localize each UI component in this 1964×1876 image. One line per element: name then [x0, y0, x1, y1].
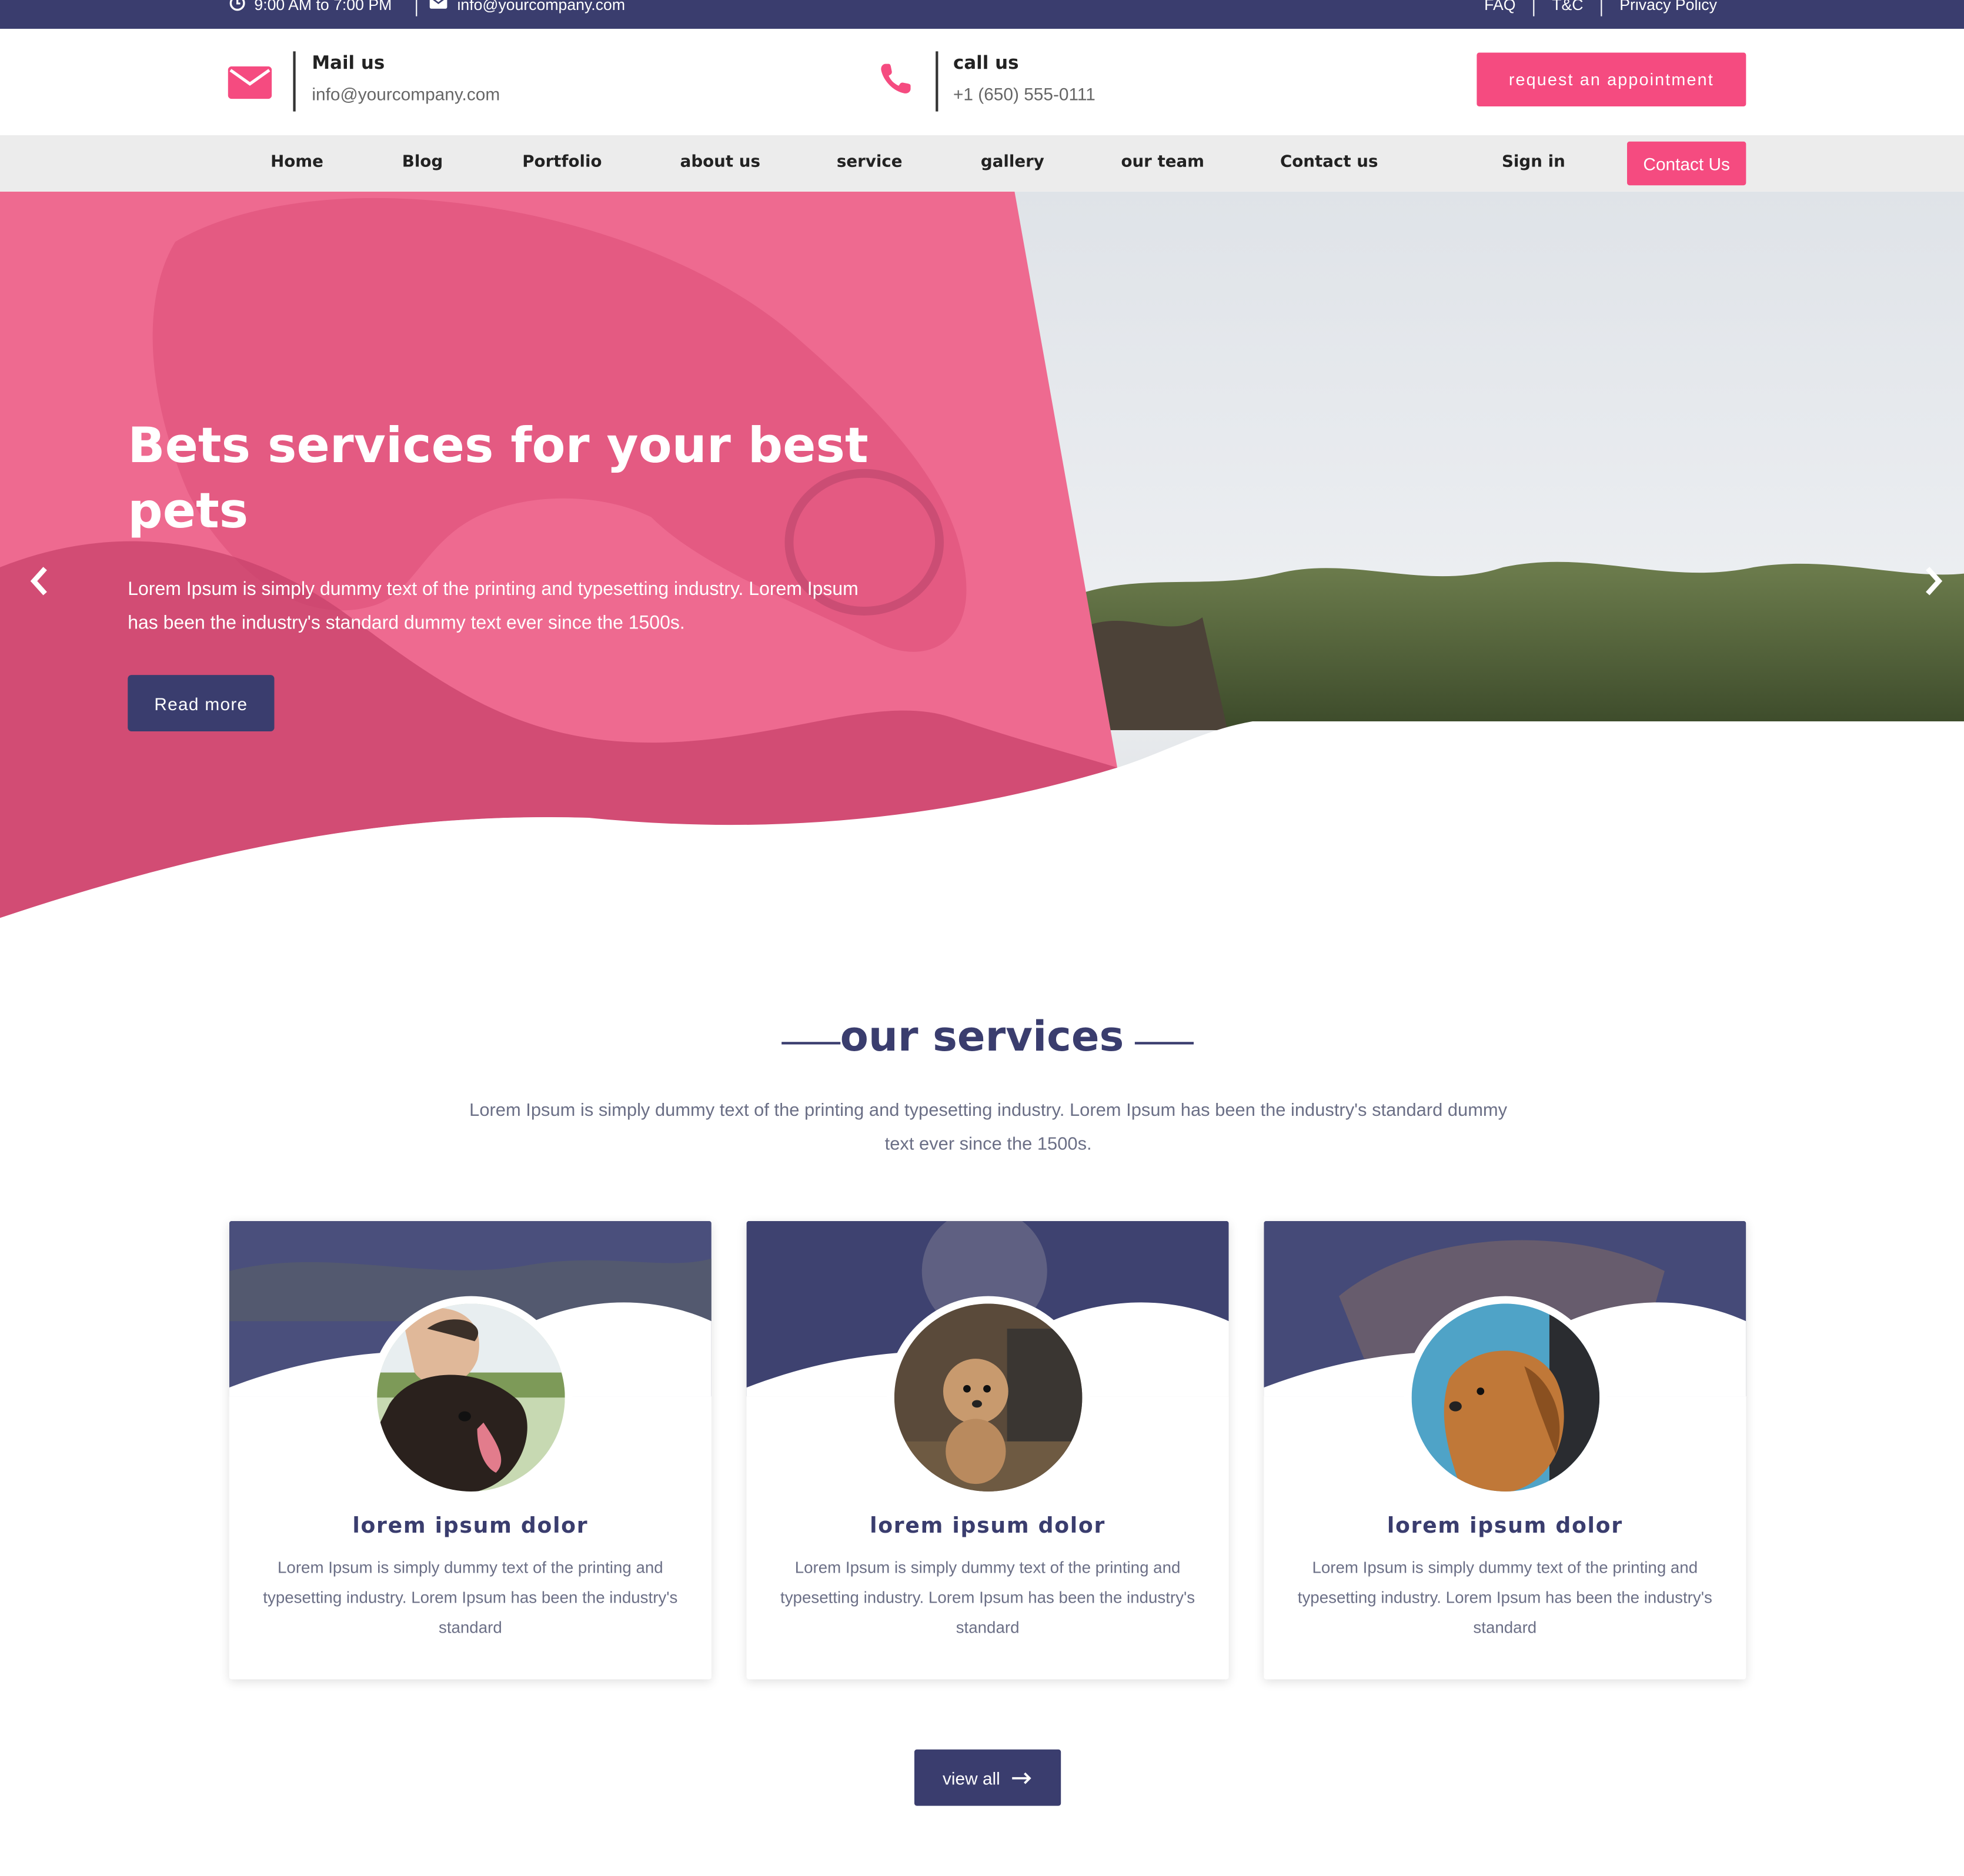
chevron-right-icon[interactable]: [1923, 565, 1945, 606]
mail-icon: [228, 66, 272, 99]
sign-in-link[interactable]: Sign in: [1502, 153, 1565, 172]
chevron-left-icon[interactable]: [28, 565, 50, 606]
request-appointment-button[interactable]: request an appointment: [1477, 52, 1746, 107]
service-card[interactable]: lorem ipsum dolor Lorem Ipsum is simply …: [746, 1220, 1229, 1680]
topbar-email[interactable]: info@yourcompany.com: [457, 0, 625, 15]
service-card-title: lorem ipsum dolor: [1387, 1514, 1623, 1539]
title-decoration-line: [1134, 1042, 1194, 1044]
faq-link[interactable]: FAQ: [1484, 0, 1515, 15]
clock-icon: [229, 0, 245, 11]
contact-us-button[interactable]: Contact Us: [1627, 141, 1746, 186]
divider: [936, 51, 938, 112]
nav-item-service[interactable]: service: [837, 153, 903, 172]
divider: [1533, 0, 1535, 16]
top-bar: 9:00 AM to 7:00 PM info@yourcompany.com …: [0, 0, 1964, 29]
arrow-right-icon: [1013, 1771, 1032, 1784]
page: 9:00 AM to 7:00 PM info@yourcompany.com …: [0, 0, 1964, 1874]
nav-item-home[interactable]: Home: [270, 153, 323, 172]
service-card[interactable]: lorem ipsum dolor Lorem Ipsum is simply …: [1264, 1220, 1746, 1680]
service-card[interactable]: lorem ipsum dolor Lorem Ipsum is simply …: [229, 1220, 712, 1680]
envelope-icon: [429, 0, 447, 9]
privacy-policy-link[interactable]: Privacy Policy: [1619, 0, 1717, 15]
service-card-text: Lorem Ipsum is simply dummy text of the …: [1297, 1557, 1712, 1637]
avatar: [369, 1296, 573, 1499]
services-title: our services: [840, 1012, 1124, 1061]
nav-item-about-us[interactable]: about us: [680, 153, 760, 172]
service-card-text: Lorem Ipsum is simply dummy text of the …: [780, 1557, 1195, 1637]
phone-icon: [881, 63, 911, 93]
read-more-button[interactable]: Read more: [128, 675, 275, 731]
header: Mail us info@yourcompany.com call us +1 …: [0, 28, 1964, 136]
main-nav: Home Blog Portfolio about us service gal…: [0, 135, 1964, 192]
hero-title: Bets services for your best pets: [128, 418, 869, 540]
avatar: [1404, 1296, 1607, 1499]
divider: [1601, 0, 1602, 16]
view-all-label: view all: [943, 1767, 1000, 1788]
call-value[interactable]: +1 (650) 555-0111: [953, 84, 1095, 104]
nav-item-our-team[interactable]: our team: [1121, 153, 1204, 172]
service-card-title: lorem ipsum dolor: [870, 1514, 1106, 1539]
business-hours: 9:00 AM to 7:00 PM: [254, 0, 392, 14]
mail-title: Mail us: [312, 53, 385, 74]
service-card-text: Lorem Ipsum is simply dummy text of the …: [263, 1557, 678, 1637]
avatar: [887, 1296, 1090, 1499]
terms-link[interactable]: T&C: [1552, 0, 1583, 15]
services-description: Lorem Ipsum is simply dummy text of the …: [469, 1101, 1508, 1155]
nav-item-blog[interactable]: Blog: [402, 153, 443, 172]
mail-value[interactable]: info@yourcompany.com: [312, 84, 500, 104]
nav-item-portfolio[interactable]: Portfolio: [522, 153, 602, 172]
call-title: call us: [953, 53, 1019, 74]
hero-slider: Bets services for your best pets Lorem I…: [0, 191, 1964, 958]
view-all-button[interactable]: view all: [914, 1749, 1061, 1806]
nav-item-gallery[interactable]: gallery: [981, 153, 1044, 172]
hero-text: Lorem Ipsum is simply dummy text of the …: [128, 578, 859, 634]
divider: [416, 0, 417, 16]
service-card-title: lorem ipsum dolor: [352, 1514, 589, 1539]
nav-item-contact-us[interactable]: Contact us: [1280, 153, 1378, 172]
divider: [293, 51, 295, 112]
